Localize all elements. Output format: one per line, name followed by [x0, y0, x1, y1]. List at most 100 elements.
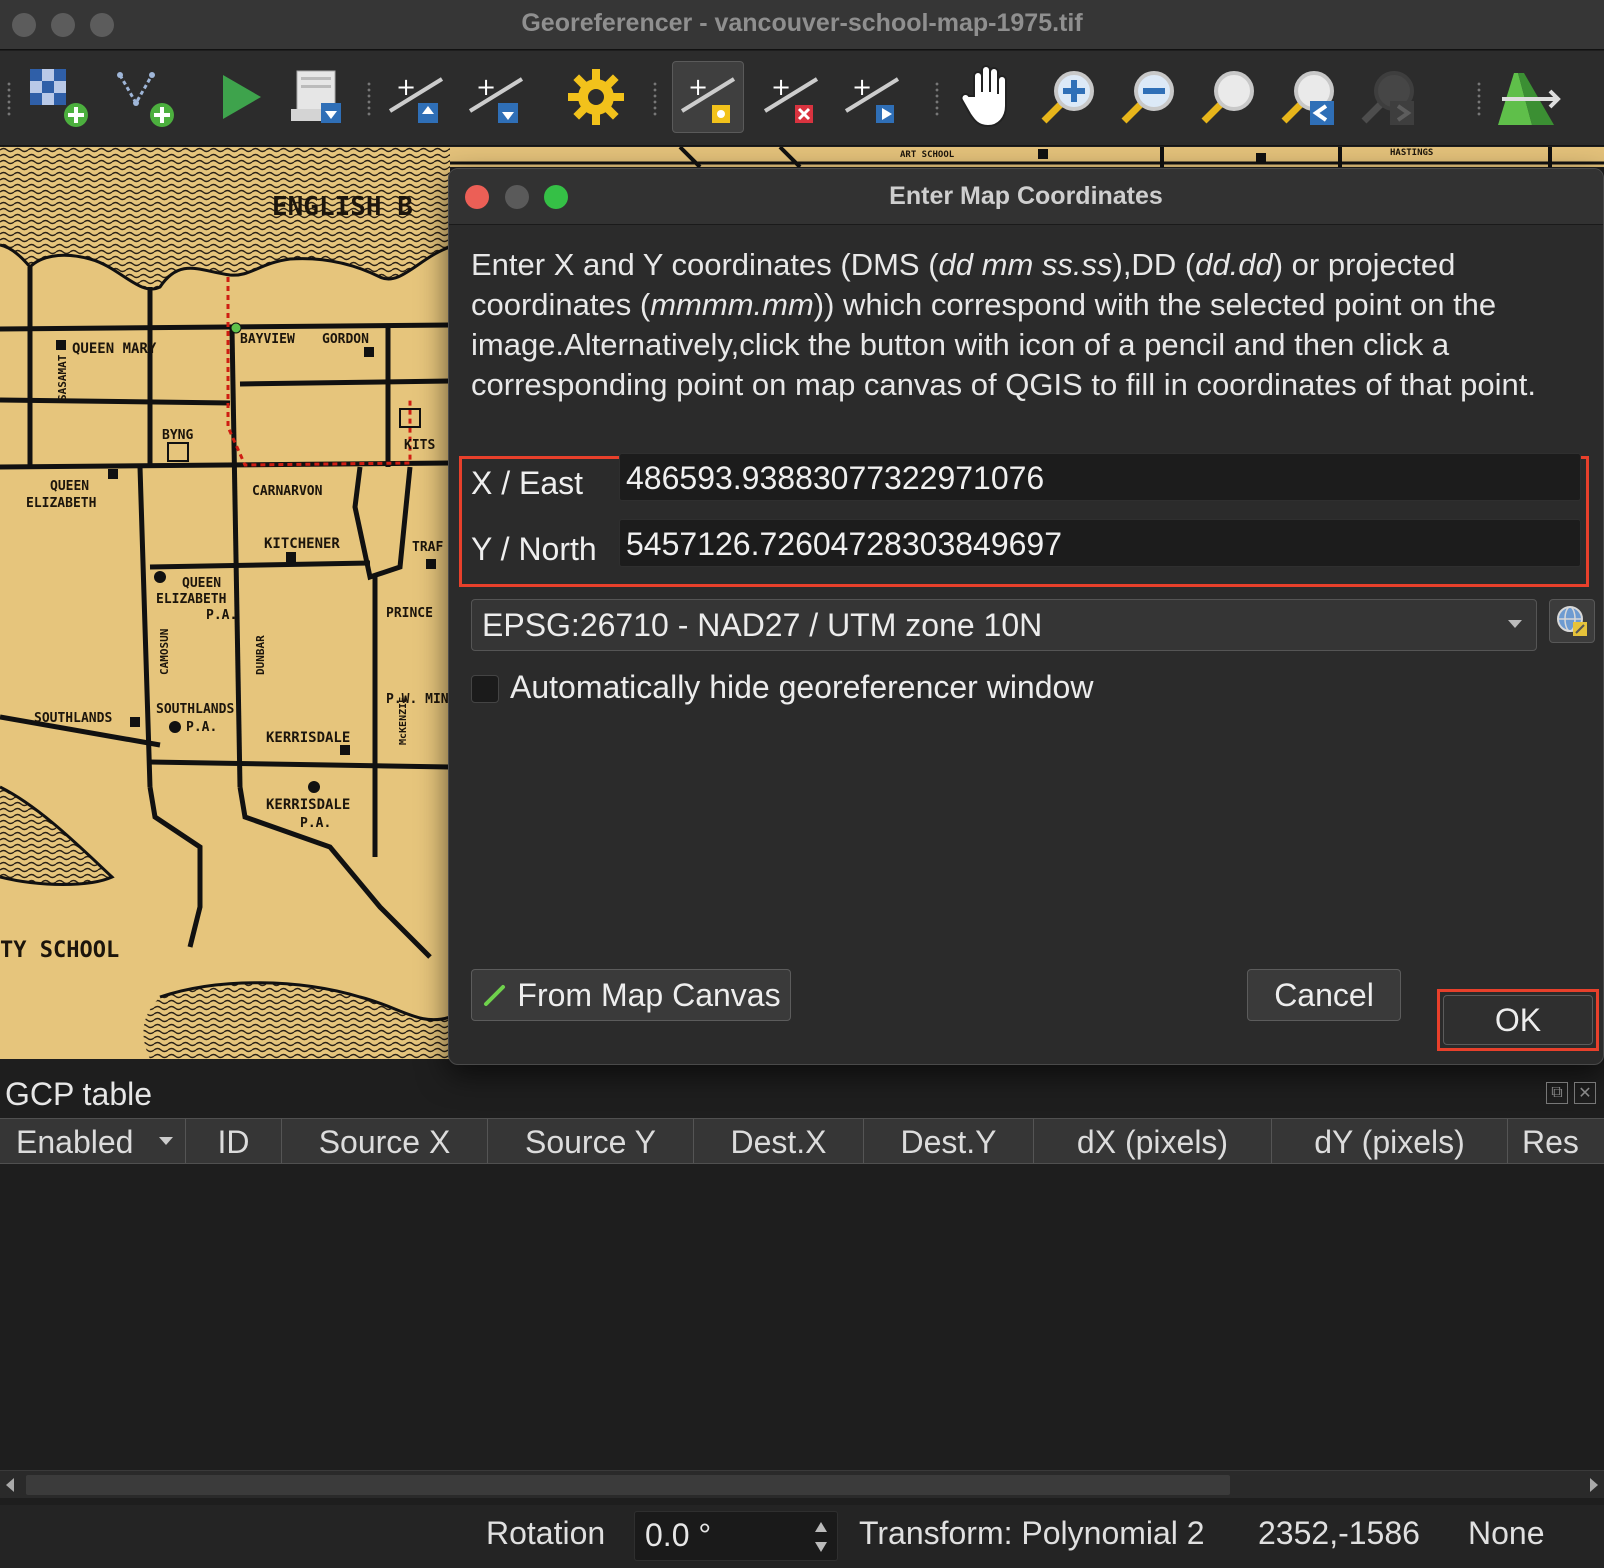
spin-arrows-icon[interactable] — [811, 1518, 831, 1556]
svg-text:P.W. MINI: P.W. MINI — [386, 692, 450, 707]
svg-text:+: + — [476, 73, 496, 101]
column-header-dest-x[interactable]: Dest.X — [694, 1119, 864, 1163]
zoom-in-icon[interactable] — [1032, 61, 1104, 133]
svg-text:SOUTHLANDS: SOUTHLANDS — [34, 711, 112, 726]
y-north-input[interactable]: 5457126.72604728303849697 — [619, 519, 1581, 567]
column-header-source-y[interactable]: Source Y — [488, 1119, 694, 1163]
x-east-label: X / East — [471, 465, 584, 501]
scrollbar-thumb[interactable] — [26, 1475, 1230, 1495]
crs-status: None — [1468, 1515, 1545, 1551]
column-header-source-x[interactable]: Source X — [282, 1119, 488, 1163]
crs-selector[interactable]: EPSG:26710 - NAD27 / UTM zone 10N — [471, 599, 1537, 651]
svg-text:KITCHENER: KITCHENER — [264, 536, 340, 552]
svg-text:ELIZABETH: ELIZABETH — [26, 496, 96, 511]
svg-text:KITS: KITS — [404, 438, 435, 453]
cancel-label: Cancel — [1274, 976, 1374, 1013]
zoom-next-icon[interactable] — [1352, 61, 1424, 133]
gcp-table-title: GCP table — [5, 1076, 153, 1112]
svg-text:P.A.: P.A. — [300, 816, 331, 831]
crs-selected-value: EPSG:26710 - NAD27 / UTM zone 10N — [482, 607, 1043, 643]
close-icon[interactable]: ✕ — [1574, 1082, 1596, 1104]
float-dock-icon[interactable]: ⧉ — [1546, 1082, 1568, 1104]
y-north-label: Y / North — [471, 531, 597, 567]
zoom-out-icon[interactable] — [1112, 61, 1184, 133]
dialog-title: Enter Map Coordinates — [889, 182, 1163, 210]
toolbar-grip[interactable] — [1476, 81, 1482, 117]
move-gcp-point-icon[interactable]: + — [836, 61, 908, 133]
dialog-instructions: Enter X and Y coordinates (DMS (dd mm ss… — [471, 247, 1536, 402]
column-header-residual[interactable]: Res — [1508, 1119, 1604, 1163]
dialog-titlebar: Enter Map Coordinates — [449, 169, 1603, 225]
svg-text:CAMOSUN: CAMOSUN — [158, 629, 171, 675]
toolbar-grip[interactable] — [6, 81, 12, 117]
toolbar-grip[interactable] — [934, 81, 940, 117]
save-gcp-points-icon[interactable]: + — [460, 61, 532, 133]
rotation-label: Rotation — [486, 1515, 606, 1551]
column-header-dest-y[interactable]: Dest.Y — [864, 1119, 1034, 1163]
delete-point-icon[interactable]: + — [755, 61, 827, 133]
column-header-dx[interactable]: dX (pixels) — [1034, 1119, 1272, 1163]
transformation-settings-icon[interactable] — [560, 61, 632, 133]
svg-text:+: + — [396, 73, 416, 101]
open-raster-icon[interactable] — [22, 61, 94, 133]
window-titlebar: Georeferencer - vancouver-school-map-197… — [0, 0, 1604, 50]
svg-text:SOUTHLANDS: SOUTHLANDS — [156, 702, 234, 717]
svg-text:QUEEN MARY: QUEEN MARY — [72, 341, 157, 357]
column-header-dy[interactable]: dY (pixels) — [1272, 1119, 1508, 1163]
svg-text:CARNARVON: CARNARVON — [252, 484, 323, 499]
rotation-spinbox[interactable]: 0.0 ° — [634, 1511, 838, 1561]
coordinate-readout: 2352,-1586 — [1258, 1515, 1420, 1551]
start-georeferencing-icon[interactable] — [108, 61, 180, 133]
scroll-left-icon[interactable] — [6, 1478, 14, 1492]
svg-text:GORDON: GORDON — [322, 332, 369, 347]
svg-text:BAYVIEW: BAYVIEW — [240, 332, 295, 347]
ok-button[interactable]: OK — [1443, 995, 1593, 1045]
svg-text:ART SCHOOL: ART SCHOOL — [900, 150, 955, 160]
gcp-table-header: Enabled ID Source X Source Y Dest.X Dest… — [0, 1118, 1604, 1164]
load-gcp-points-icon[interactable]: + — [380, 61, 452, 133]
georeferencer-toolbar: + + + + + — [0, 51, 1604, 146]
select-crs-button[interactable] — [1549, 599, 1595, 643]
svg-text:P.A.: P.A. — [186, 720, 217, 735]
chevron-down-icon — [1508, 620, 1522, 628]
transform-status: Transform: Polynomial 2 — [859, 1515, 1205, 1551]
toolbar-grip[interactable] — [366, 81, 372, 117]
scroll-right-icon[interactable] — [1590, 1478, 1598, 1492]
svg-text:BYNG: BYNG — [162, 428, 193, 443]
horizontal-scrollbar[interactable] — [0, 1470, 1604, 1498]
column-header-enabled[interactable]: Enabled — [0, 1119, 186, 1163]
pan-icon[interactable] — [952, 61, 1024, 133]
sort-indicator-icon — [159, 1137, 173, 1145]
window-title: Georeferencer - vancouver-school-map-197… — [521, 9, 1083, 37]
status-bar: Rotation 0.0 ° Transform: Polynomial 2 2… — [0, 1505, 1604, 1568]
svg-text:+: + — [771, 73, 791, 101]
ok-label: OK — [1494, 1001, 1542, 1038]
zoom-last-icon[interactable] — [1272, 61, 1344, 133]
rotation-value: 0.0 ° — [645, 1517, 712, 1553]
svg-text:SASAMAT: SASAMAT — [56, 354, 69, 401]
from-map-canvas-button[interactable]: From Map Canvas — [471, 969, 791, 1021]
generate-gdal-script-icon[interactable] — [203, 61, 275, 133]
pencil-icon — [484, 985, 506, 1006]
svg-text:HASTINGS: HASTINGS — [1390, 148, 1433, 158]
svg-text:KERRISDALE: KERRISDALE — [266, 797, 350, 813]
add-point-icon[interactable]: + — [672, 61, 744, 133]
x-east-input[interactable]: 486593.93883077322971076 — [619, 453, 1581, 501]
auto-hide-checkbox[interactable] — [471, 675, 499, 703]
svg-text:P.A.: P.A. — [206, 608, 237, 623]
link-georeferencer-to-qgis-icon[interactable] — [1492, 61, 1564, 133]
svg-text:DUNBAR: DUNBAR — [254, 635, 267, 675]
toolbar-grip[interactable] — [652, 81, 658, 117]
enter-map-coordinates-dialog: Enter Map Coordinates Enter X and Y coor… — [448, 168, 1604, 1065]
zoom-to-layer-icon[interactable] — [1192, 61, 1264, 133]
cancel-button[interactable]: Cancel — [1247, 969, 1401, 1021]
map-canvas-top-strip[interactable]: ART SCHOOL HASTINGS — [450, 147, 1604, 167]
dock-controls: ⧉ ✕ — [1546, 1082, 1596, 1104]
svg-text:QUEEN: QUEEN — [50, 479, 89, 494]
svg-text:PRINCE: PRINCE — [386, 606, 433, 621]
map-canvas[interactable]: ENGLISH B QUEEN MARY BAYVIEW GORDON SASA… — [0, 147, 450, 1059]
auto-hide-label: Automatically hide georeferencer window — [510, 669, 1094, 705]
gcp-table-body[interactable] — [0, 1165, 1604, 1470]
column-header-id[interactable]: ID — [186, 1119, 282, 1163]
load-gcp-points-icon[interactable] — [283, 61, 355, 133]
